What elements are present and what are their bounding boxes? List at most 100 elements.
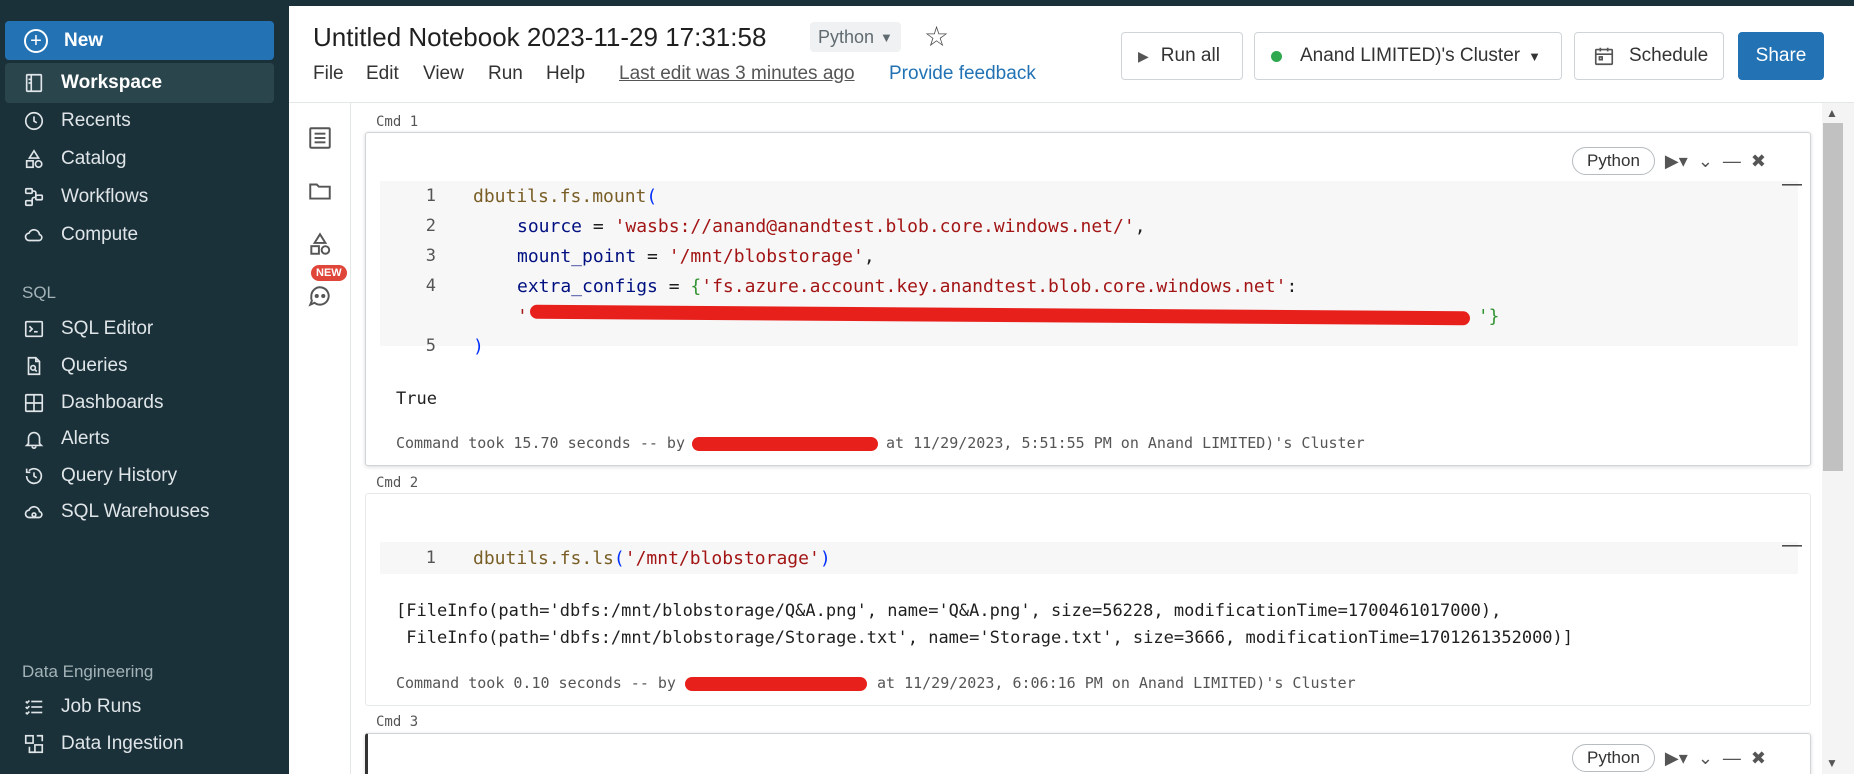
- code-token: :: [1286, 275, 1298, 297]
- sidebar-item-label: Recents: [61, 110, 131, 131]
- sidebar-item-label: SQL Editor: [61, 318, 154, 339]
- line-number: 2: [425, 216, 436, 236]
- menu-edit[interactable]: Edit: [366, 63, 399, 85]
- section-label-data-engineering: Data Engineering: [22, 662, 154, 681]
- notebook-cell[interactable]: 1 dbutils.fs.ls('/mnt/blobstorage') — [F…: [365, 493, 1811, 706]
- code-editor[interactable]: 1 dbutils.fs.ls('/mnt/blobstorage'): [380, 542, 1798, 574]
- code-line: 2 source = 'wasbs://anand@anandtest.blob…: [380, 211, 1146, 241]
- code-token: dbutils.fs.mount: [473, 185, 647, 207]
- run-all-label: Run all: [1160, 45, 1220, 66]
- cell-output: True: [396, 389, 437, 409]
- code-editor[interactable]: 1 dbutils.fs.mount( 2 source = 'wasbs://…: [380, 181, 1798, 357]
- close-icon[interactable]: ✖: [1751, 151, 1766, 172]
- grid-icon: [23, 392, 45, 414]
- share-button[interactable]: Share: [1738, 32, 1824, 80]
- sidebar-item-recents[interactable]: Recents: [5, 101, 274, 141]
- code-token: 'wasbs://anand@anandtest.blob.core.windo…: [614, 215, 1135, 237]
- redaction-mark: [692, 437, 878, 451]
- chevron-down-icon[interactable]: ⌄: [1698, 151, 1713, 172]
- code-token: ,: [863, 245, 875, 267]
- cell-language-pill[interactable]: Python: [1571, 744, 1655, 772]
- catalog-icon[interactable]: [307, 231, 333, 257]
- provide-feedback-link[interactable]: Provide feedback: [889, 63, 1036, 85]
- sidebar-item-workspace[interactable]: Workspace: [5, 63, 274, 103]
- sidebar-item-sql-editor[interactable]: SQL Editor: [5, 309, 274, 349]
- table-of-contents-icon[interactable]: [307, 125, 333, 151]
- code-token: dbutils.fs.ls: [473, 547, 614, 569]
- code-line: 5 ): [380, 331, 484, 361]
- code-token: 'fs.azure.account.key.anandtest.blob.cor…: [701, 275, 1287, 297]
- code-token: '/mnt/blobstorage': [624, 547, 820, 569]
- close-icon[interactable]: ✖: [1751, 748, 1766, 769]
- run-cell-icon[interactable]: ▶▾: [1665, 748, 1688, 769]
- scrollbar-thumb[interactable]: [1823, 123, 1843, 471]
- sidebar-item-label: Compute: [61, 224, 139, 245]
- code-token: =: [657, 275, 691, 297]
- assistant-icon[interactable]: [307, 283, 333, 309]
- sidebar-item-sql-warehouses[interactable]: SQL Warehouses: [5, 492, 274, 532]
- sidebar-item-job-runs[interactable]: Job Runs: [5, 687, 274, 727]
- command-took-suffix: at 11/29/2023, 6:06:16 PM on Anand LIMIT…: [877, 674, 1356, 692]
- sidebar-item-dashboards[interactable]: Dashboards: [5, 383, 274, 423]
- sidebar-item-label: Data Ingestion: [61, 733, 184, 754]
- cell-label: Cmd 1: [376, 114, 419, 130]
- header-divider: [289, 102, 1854, 103]
- last-edit-link[interactable]: Last edit was 3 minutes ago: [619, 63, 855, 85]
- play-icon: ▶: [1138, 47, 1149, 64]
- sidebar-item-label: Dashboards: [61, 392, 164, 413]
- sidebar-item-data-ingestion[interactable]: Data Ingestion: [5, 724, 274, 764]
- notebook-title[interactable]: Untitled Notebook 2023-11-29 17:31:58: [313, 22, 766, 53]
- command-took-text: Command took 15.70 seconds -- by: [396, 434, 685, 452]
- sidebar-item-query-history[interactable]: Query History: [5, 456, 274, 496]
- menu-help[interactable]: Help: [546, 63, 585, 85]
- run-cell-icon[interactable]: ▶▾: [1665, 151, 1688, 172]
- cell-language-pill[interactable]: Python: [1571, 147, 1655, 175]
- workflows-icon: [23, 186, 45, 208]
- cell-label: Cmd 2: [376, 475, 419, 491]
- code-token: (: [646, 185, 658, 207]
- minimize-icon[interactable]: —: [1723, 748, 1741, 769]
- star-icon[interactable]: ☆: [924, 20, 949, 53]
- redaction-mark: [685, 677, 867, 691]
- menu-run[interactable]: Run: [488, 63, 523, 85]
- scroll-down-arrow-icon[interactable]: ▼: [1826, 756, 1838, 770]
- collapse-cell-icon[interactable]: —: [1782, 534, 1802, 557]
- sidebar-item-queries[interactable]: Queries: [5, 346, 274, 386]
- schedule-button[interactable]: Schedule: [1574, 32, 1724, 80]
- sidebar-item-label: Workspace: [61, 72, 163, 93]
- sidebar-item-alerts[interactable]: Alerts: [5, 419, 274, 459]
- chevron-down-icon[interactable]: ⌄: [1698, 748, 1713, 769]
- menu-file[interactable]: File: [313, 63, 344, 85]
- code-token: {: [690, 275, 702, 297]
- code-token: =: [582, 215, 615, 237]
- menu-view[interactable]: View: [423, 63, 464, 85]
- cluster-selector[interactable]: Anand LIMITED)'s Cluster ▼: [1254, 32, 1562, 80]
- code-token: mount_point: [517, 245, 637, 267]
- terminal-icon: [23, 318, 45, 340]
- cell-output-line: [FileInfo(path='dbfs:/mnt/blobstorage/Q&…: [396, 601, 1502, 621]
- notebook-cell[interactable]: Python ▶▾ ⌄ — ✖: [365, 733, 1811, 774]
- language-dropdown[interactable]: Python ▼: [810, 22, 901, 52]
- notebook-cell[interactable]: Python ▶▾ ⌄ — ✖ 1 dbutils.fs.mount( 2 so…: [365, 132, 1811, 466]
- new-button[interactable]: + New: [5, 21, 274, 60]
- cell-output-line: FileInfo(path='dbfs:/mnt/blobstorage/Sto…: [396, 628, 1574, 648]
- ingestion-icon: [23, 733, 45, 755]
- code-token: '}: [1477, 305, 1500, 327]
- command-took-text: Command took 0.10 seconds -- by: [396, 674, 676, 692]
- chevron-down-icon: ▼: [880, 29, 893, 45]
- plus-icon: +: [24, 28, 48, 53]
- sidebar-item-label: Job Runs: [61, 696, 142, 717]
- code-token: ): [473, 335, 484, 357]
- minimize-icon[interactable]: —: [1723, 151, 1741, 172]
- sidebar-item-workflows[interactable]: Workflows: [5, 177, 274, 217]
- scroll-up-arrow-icon[interactable]: ▲: [1826, 106, 1838, 120]
- folder-icon[interactable]: [307, 178, 333, 204]
- sidebar-item-catalog[interactable]: Catalog: [5, 139, 274, 179]
- cloud-icon: [23, 501, 45, 523]
- collapse-cell-icon[interactable]: —: [1782, 173, 1802, 196]
- line-number: 1: [425, 548, 436, 568]
- run-all-button[interactable]: ▶ Run all: [1121, 32, 1243, 80]
- chevron-down-icon: ▼: [1528, 48, 1541, 64]
- sidebar-item-compute[interactable]: Compute: [5, 215, 274, 255]
- code-line: 3 mount_point = '/mnt/blobstorage',: [380, 241, 875, 271]
